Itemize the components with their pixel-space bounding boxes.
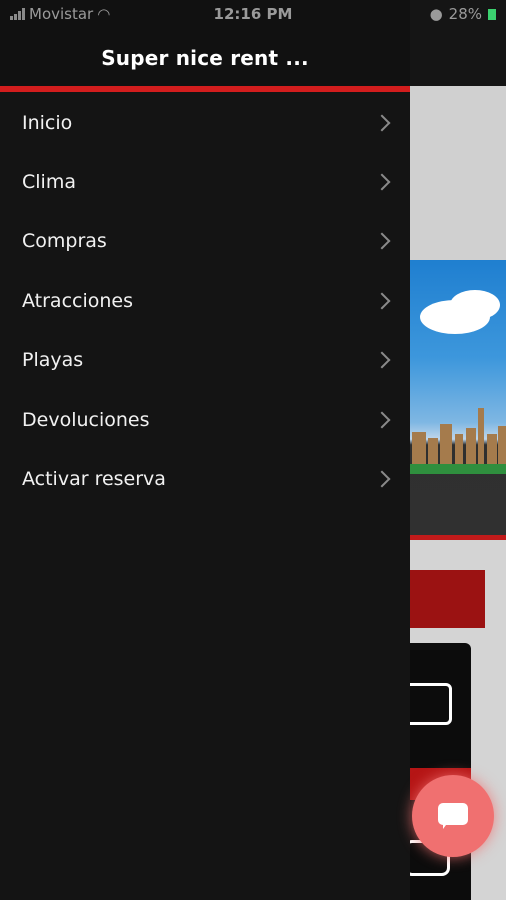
chevron-right-icon bbox=[373, 411, 391, 429]
chevron-right-icon bbox=[373, 351, 391, 369]
menu-item-compras[interactable]: Compras bbox=[0, 212, 410, 271]
menu-item-label: Atracciones bbox=[22, 289, 133, 312]
navigation-drawer: Super nice rent ... Inicio Clima Compras… bbox=[0, 0, 410, 900]
menu-item-clima[interactable]: Clima bbox=[0, 152, 410, 211]
drawer-title: Super nice rent ... bbox=[101, 46, 309, 70]
menu-item-label: Compras bbox=[22, 230, 107, 253]
chat-button[interactable] bbox=[412, 775, 494, 857]
menu-item-label: Inicio bbox=[22, 111, 73, 134]
menu-item-activar-reserva[interactable]: Activar reserva bbox=[0, 449, 410, 508]
status-right: ● 28% bbox=[430, 5, 496, 23]
menu-item-atracciones[interactable]: Atracciones bbox=[0, 271, 410, 330]
menu-item-label: Devoluciones bbox=[22, 408, 150, 431]
menu-item-label: Activar reserva bbox=[22, 468, 166, 491]
app-screen: Movistar ◠ 12:16 PM ● 28% Super nice ren… bbox=[0, 0, 506, 900]
location-icon: ● bbox=[429, 5, 443, 23]
drawer-accent-bar bbox=[0, 86, 410, 92]
menu-item-inicio[interactable]: Inicio bbox=[0, 93, 410, 152]
chevron-right-icon bbox=[373, 232, 391, 250]
ticket-icon bbox=[404, 683, 452, 725]
drawer-menu: Inicio Clima Compras Atracciones Playas … bbox=[0, 93, 410, 509]
battery-icon bbox=[488, 8, 496, 20]
chat-icon bbox=[438, 803, 468, 829]
chevron-right-icon bbox=[373, 470, 391, 488]
menu-item-devoluciones[interactable]: Devoluciones bbox=[0, 390, 410, 449]
status-bar: Movistar ◠ 12:16 PM ● 28% bbox=[0, 0, 506, 30]
battery-percent: 28% bbox=[448, 5, 482, 23]
chevron-right-icon bbox=[373, 292, 391, 310]
menu-item-label: Clima bbox=[22, 171, 76, 194]
menu-item-label: Playas bbox=[22, 349, 84, 372]
chevron-right-icon bbox=[373, 114, 391, 132]
chevron-right-icon bbox=[373, 173, 391, 191]
menu-item-playas[interactable]: Playas bbox=[0, 331, 410, 390]
